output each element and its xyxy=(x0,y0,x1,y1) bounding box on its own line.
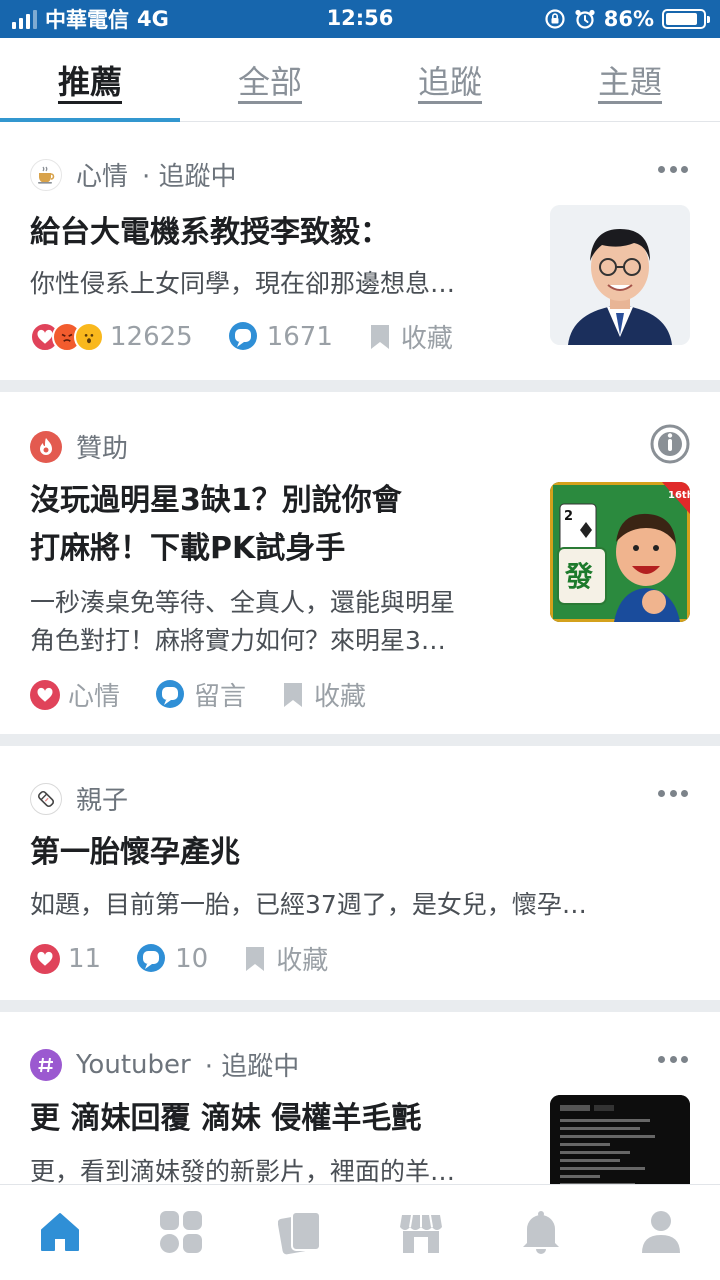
tab-recommended[interactable]: 推薦 xyxy=(0,38,180,122)
anniversary-badge: 16th xyxy=(668,490,690,501)
bookmark-icon xyxy=(246,946,265,971)
sponsored-post-card[interactable]: 贊助 沒玩過明星3缺1？別說你會 打麻將！下載PK試身手 一秒湊桌免等待、全真人… xyxy=(0,392,720,734)
nav-shop[interactable] xyxy=(397,1205,445,1259)
post-title[interactable]: 更 滴妹回覆 滴妹 侵權羊毛氈 xyxy=(30,1096,421,1142)
comment-count: 1671 xyxy=(266,321,333,352)
reaction-button[interactable]: 心情 xyxy=(30,676,120,713)
post-excerpt[interactable]: 更，看到滴妹發的新影片，裡面的羊… xyxy=(30,1153,455,1184)
battery-icon xyxy=(662,9,710,29)
home-icon xyxy=(41,1213,79,1251)
reaction-count: 12625 xyxy=(110,321,193,352)
status-bar: 中華電信 4G 12:56 86% xyxy=(0,0,720,38)
post-card[interactable]: Youtuber · 追蹤中 更 滴妹回覆 滴妹 侵權羊毛氈 更，看到滴妹發的新… xyxy=(0,1012,720,1184)
save-button[interactable]: 收藏 xyxy=(367,318,453,355)
post-excerpt-line-2[interactable]: 角色對打！麻將實力如何？來明星3… xyxy=(30,622,446,659)
tab-topics[interactable]: 主題 xyxy=(540,38,720,122)
follow-status: · 追蹤中 xyxy=(204,1052,300,1082)
comment-count: 10 xyxy=(175,943,209,974)
reaction-count: 11 xyxy=(68,943,102,974)
heart-icon xyxy=(30,943,60,974)
flame-icon xyxy=(30,430,62,463)
surprised-emoji-icon xyxy=(74,321,104,352)
comment-button[interactable]: 留言 xyxy=(154,676,246,713)
post-title-line-2[interactable]: 打麻將！下載PK試身手 xyxy=(30,526,345,572)
post-category-row: Youtuber · 追蹤中 xyxy=(30,1046,299,1083)
follow-status: · 追蹤中 xyxy=(142,162,237,192)
comment-icon xyxy=(228,321,257,350)
save-button[interactable]: 收藏 xyxy=(242,940,328,977)
more-options-icon[interactable] xyxy=(658,164,688,174)
post-title[interactable]: 第一胎懷孕產兆 xyxy=(30,830,240,876)
tab-following[interactable]: 追蹤 xyxy=(360,38,540,122)
reaction-button[interactable]: 11 xyxy=(30,943,102,974)
post-category[interactable]: 心情 xyxy=(76,156,128,193)
post-category[interactable]: Youtuber xyxy=(76,1050,191,1080)
post-feed[interactable]: 心情 · 追蹤中 給台大電機系教授李致毅： 你性侵系上女同學，現在卻那邊想息… xyxy=(0,122,720,1184)
comment-icon xyxy=(137,943,166,972)
status-right: 86% xyxy=(544,6,710,32)
post-category-row: 親子 xyxy=(30,780,128,817)
comment-button[interactable]: 10 xyxy=(135,943,208,975)
post-title[interactable]: 給台大電機系教授李致毅： xyxy=(30,210,390,256)
bookmark-icon xyxy=(370,324,389,349)
save-button[interactable]: 收藏 xyxy=(280,676,366,713)
comment-label: 留言 xyxy=(194,682,247,712)
post-card[interactable]: 親子 第一胎懷孕產兆 如題，目前第一胎，已經37週了，是女兒，懷孕… 11 10 xyxy=(0,746,720,1000)
bottom-navigation xyxy=(0,1184,720,1280)
ad-thumbnail[interactable]: 2 發 16th xyxy=(550,482,690,622)
hashtag-icon xyxy=(30,1048,62,1081)
reaction-count-group[interactable]: 12625 xyxy=(110,322,193,352)
bell-icon xyxy=(523,1211,559,1254)
post-title-line-1[interactable]: 沒玩過明星3缺1？別說你會 xyxy=(30,478,402,524)
heart-icon xyxy=(30,679,60,710)
more-options-icon[interactable] xyxy=(658,788,688,798)
reaction-label: 心情 xyxy=(68,682,121,712)
post-meta: 12625 1671 收藏 xyxy=(30,318,487,355)
feed-tabs: 推薦 全部 追蹤 主題 xyxy=(0,38,720,122)
more-options-icon[interactable] xyxy=(658,1054,688,1064)
nav-notifications[interactable] xyxy=(517,1205,565,1259)
post-category[interactable]: 親子 xyxy=(76,780,128,817)
post-meta: 11 10 收藏 xyxy=(30,940,362,977)
post-thumbnail[interactable] xyxy=(550,1095,690,1184)
ad-info-icon[interactable] xyxy=(650,424,690,464)
post-category-row: 心情 · 追蹤中 xyxy=(30,156,237,193)
cards-icon xyxy=(278,1211,321,1255)
save-label: 收藏 xyxy=(276,946,329,976)
boards-icon xyxy=(160,1211,202,1253)
post-excerpt[interactable]: 你性侵系上女同學，現在卻那邊想息… xyxy=(30,265,455,302)
post-card[interactable]: 心情 · 追蹤中 給台大電機系教授李致毅： 你性侵系上女同學，現在卻那邊想息… xyxy=(0,122,720,380)
mahjong-tile-text: 發 xyxy=(564,560,593,593)
comment-button[interactable]: 1671 xyxy=(227,321,333,353)
post-excerpt[interactable]: 如題，目前第一胎，已經37週了，是女兒，懷孕… xyxy=(30,886,587,923)
save-label: 收藏 xyxy=(400,324,453,354)
profile-icon xyxy=(642,1211,680,1253)
tab-all[interactable]: 全部 xyxy=(180,38,360,122)
screenshot-thumbnail-image xyxy=(550,1095,690,1184)
portrait-image xyxy=(550,205,690,345)
post-excerpt-line-1[interactable]: 一秒湊桌免等待、全真人，還能與明星 xyxy=(30,584,455,621)
save-label: 收藏 xyxy=(314,682,367,712)
battery-percent: 86% xyxy=(603,7,654,31)
shop-icon xyxy=(400,1214,442,1253)
nav-home[interactable] xyxy=(36,1205,84,1259)
alarm-icon xyxy=(575,9,595,29)
nav-profile[interactable] xyxy=(637,1205,685,1259)
post-thumbnail[interactable] xyxy=(550,205,690,345)
playing-card-number: 2 xyxy=(564,509,573,524)
comment-icon xyxy=(156,679,185,708)
nav-cards[interactable] xyxy=(277,1205,325,1259)
baby-bottle-icon xyxy=(30,782,62,815)
post-category-row: 贊助 xyxy=(30,428,128,465)
sponsored-label: 贊助 xyxy=(76,434,129,464)
mahjong-game-image: 2 發 16th xyxy=(550,482,690,622)
nav-boards[interactable] xyxy=(157,1205,205,1259)
coffee-cup-icon xyxy=(30,158,62,191)
rotation-lock-icon xyxy=(545,9,565,29)
reaction-icons[interactable] xyxy=(30,321,104,352)
post-meta: 心情 留言 收藏 xyxy=(30,676,400,713)
bookmark-icon xyxy=(284,682,303,707)
